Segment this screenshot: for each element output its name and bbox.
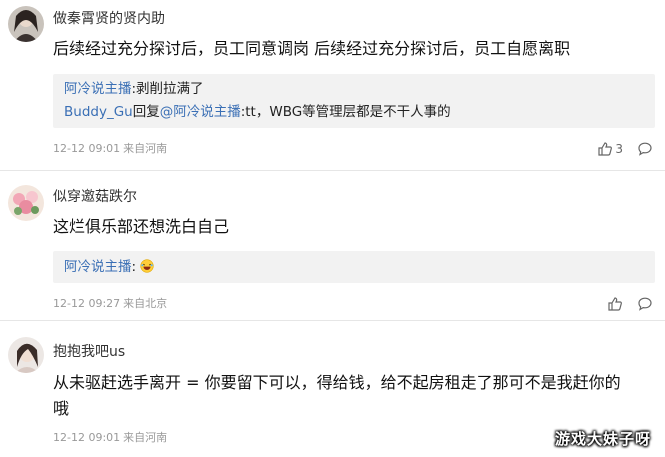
- reply-text: :剥削拉满了: [131, 81, 204, 97]
- reply-item: 阿冷说主播:: [64, 258, 154, 276]
- reply-text: :: [131, 259, 137, 275]
- comment-1: 做秦霄贤的贤内助 后续经过充分探讨后，员工同意调岗 后续经过充分探讨后，员工自愿…: [0, 0, 665, 170]
- avatar[interactable]: [8, 6, 44, 42]
- comment-meta: 12-12 09:27 来自北京: [53, 297, 170, 311]
- reply-item: 阿冷说主播:剥削拉满了: [64, 80, 204, 98]
- like-button[interactable]: [607, 296, 623, 312]
- comment-text: 这烂俱乐部还想洗白自己: [53, 217, 230, 236]
- reply-author[interactable]: 阿冷说主播: [64, 259, 132, 275]
- location: 来自河南: [123, 431, 168, 444]
- reply-box: 阿冷说主播:: [53, 251, 655, 283]
- watermark: 游戏大妹子呀: [554, 430, 651, 448]
- comment-meta: 12-12 09:01 来自河南: [53, 431, 170, 445]
- comment-bubble-icon: [637, 141, 653, 157]
- timestamp: 12-12 09:01: [53, 431, 121, 444]
- comment-actions: 3: [583, 140, 653, 158]
- reply-mention[interactable]: @阿冷说主播: [160, 104, 241, 120]
- comment-2: 似穿邀菇跌尔 这烂俱乐部还想洗白自己 阿冷说主播: 12-12 09:27 来自北…: [0, 171, 665, 319]
- username[interactable]: 似穿邀菇跌尔: [53, 188, 137, 206]
- avatar[interactable]: [8, 185, 44, 221]
- comment-meta: 12-12 09:01 来自河南: [53, 142, 170, 156]
- comment-actions: [593, 295, 653, 313]
- avatar[interactable]: [8, 337, 44, 373]
- reply-author[interactable]: 阿冷说主播: [64, 81, 132, 97]
- comment-text: 后续经过充分探讨后，员工同意调岗 后续经过充分探讨后，员工自愿离职: [53, 39, 571, 58]
- timestamp: 12-12 09:01: [53, 142, 121, 155]
- like-count: 3: [615, 142, 623, 156]
- reply-author[interactable]: Buddy_Gu: [64, 104, 133, 120]
- username[interactable]: 做秦霄贤的贤内助: [53, 10, 165, 28]
- comment-text: 从未驱赶选手离开 = 你要留下可以，得给钱，给不起房租走了那可不是我赶你的哦: [53, 373, 621, 418]
- reply-button[interactable]: [637, 141, 653, 157]
- location: 来自北京: [123, 297, 168, 310]
- reply-text: :tt，WBG等管理层都是不干人事的: [240, 104, 451, 120]
- reply-item: Buddy_Gu回复@阿冷说主播:tt，WBG等管理层都是不干人事的: [64, 103, 451, 121]
- thumbs-up-icon: [607, 296, 623, 312]
- like-button[interactable]: 3: [597, 141, 623, 157]
- username[interactable]: 抱抱我吧us: [53, 343, 125, 361]
- reply-button[interactable]: [637, 296, 653, 312]
- comment-bubble-icon: [637, 296, 653, 312]
- reply-verb: 回复: [132, 104, 160, 120]
- reply-box: 阿冷说主播:剥削拉满了 Buddy_Gu回复@阿冷说主播:tt，WBG等管理层都…: [53, 74, 655, 128]
- thumbs-up-icon: [597, 141, 613, 157]
- timestamp: 12-12 09:27: [53, 297, 121, 310]
- location: 来自河南: [123, 142, 168, 155]
- laughing-emoji-icon: [140, 259, 154, 273]
